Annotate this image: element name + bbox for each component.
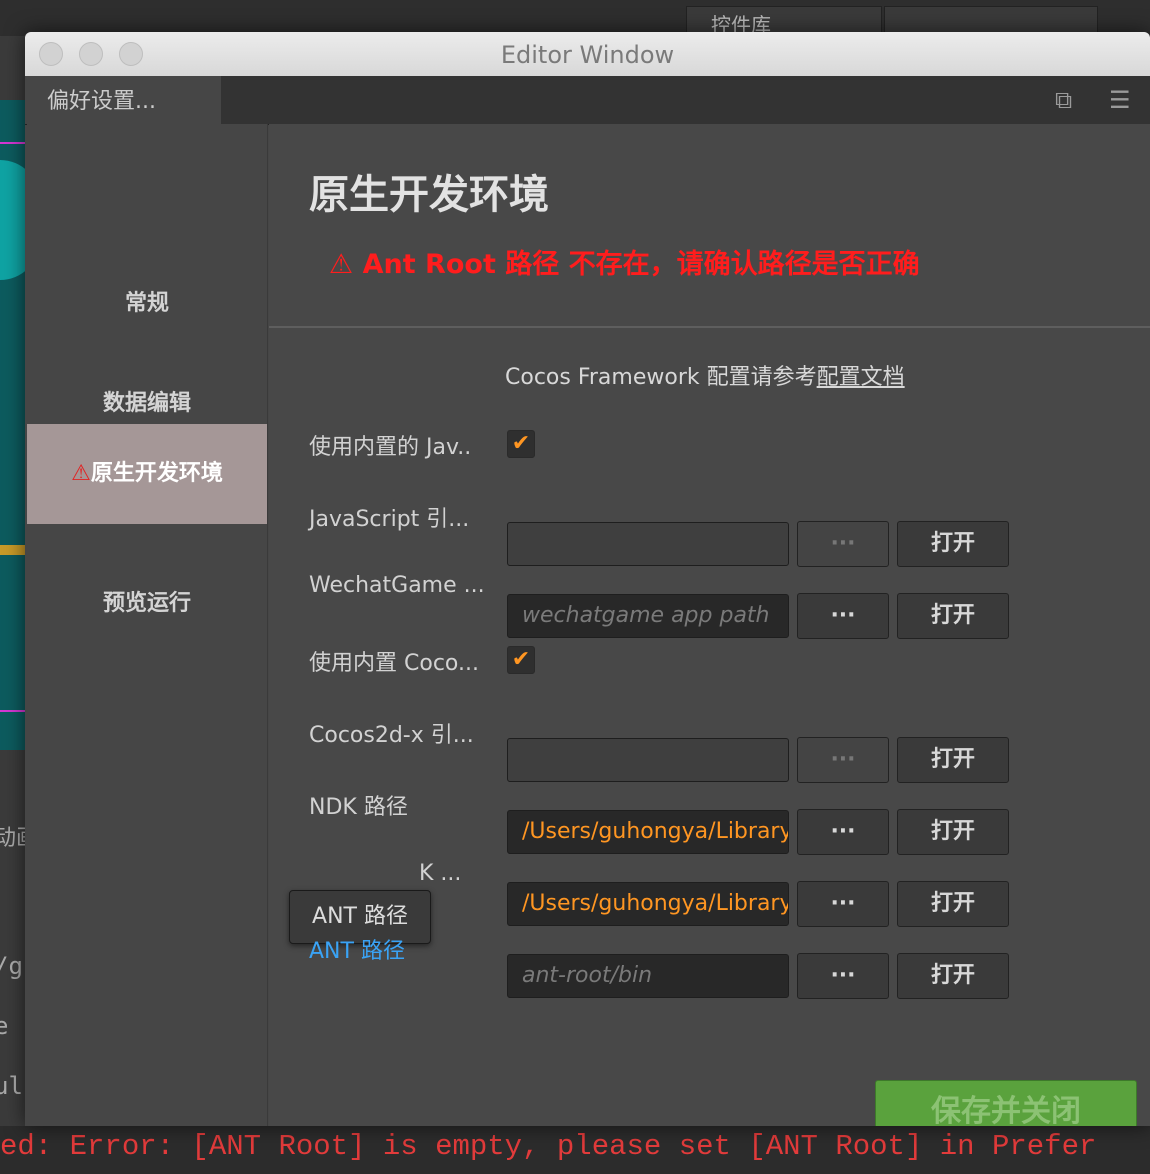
use-builtin-cocos-label: 使用内置 Coco... xyxy=(309,651,479,676)
wechatgame-path-input[interactable]: wechatgame app path xyxy=(507,594,789,638)
page-title: 原生开发环境 xyxy=(309,172,549,218)
js-engine-browse-button[interactable]: ··· xyxy=(797,521,889,567)
ndk-path-input[interactable]: /Users/guhongya/Library xyxy=(507,810,789,854)
cocos-framework-note: Cocos Framework 配置请参考配置文档 xyxy=(505,359,905,391)
checkmark-icon: ✔ xyxy=(511,647,531,672)
ant-open-button[interactable]: 打开 xyxy=(897,953,1009,999)
window-title: Editor Window xyxy=(500,41,675,69)
wechatgame-browse-button[interactable]: ··· xyxy=(797,593,889,639)
js-engine-open-button[interactable]: 打开 xyxy=(897,521,1009,567)
wechatgame-open-button[interactable]: 打开 xyxy=(897,593,1009,639)
ndk-path-label: NDK 路径 xyxy=(309,795,408,820)
console-error-text: ed: Error: [ANT Root] is empty, please s… xyxy=(0,1130,1097,1163)
popout-icon[interactable]: ⧉ xyxy=(1055,86,1072,114)
save-and-close-button[interactable]: 保存并关闭 xyxy=(875,1080,1137,1126)
ant-path-input[interactable]: ant-root/bin xyxy=(507,954,789,998)
warning-icon: ⚠ xyxy=(329,249,354,280)
use-builtin-js-checkbox[interactable]: ✔ xyxy=(507,430,535,458)
editor-window: Editor Window 偏好设置... ⧉ ☰ 常规 数据编辑 ⚠原生开发环… xyxy=(25,32,1150,1126)
cocos2dx-open-button[interactable]: 打开 xyxy=(897,737,1009,783)
sdk-path-input[interactable]: /Users/guhongya/Library xyxy=(507,882,789,926)
sidebar-item-preview[interactable]: 预览运行 xyxy=(27,554,267,654)
wechatgame-label: WechatGame ... xyxy=(309,573,485,598)
cocos2dx-engine-label: Cocos2d-x 引... xyxy=(309,723,474,748)
sidebar-item-label: 原生开发环境 xyxy=(90,461,223,486)
sidebar-item-general[interactable]: 常规 xyxy=(27,254,267,354)
preferences-sidebar: 常规 数据编辑 ⚠原生开发环境 预览运行 xyxy=(27,124,268,1126)
background-guide-line xyxy=(0,710,26,712)
cocos-note-text: Cocos Framework 配置请参考 xyxy=(505,365,817,390)
sdk-path-label: K ... xyxy=(419,861,462,886)
sdk-open-button[interactable]: 打开 xyxy=(897,881,1009,927)
config-docs-link[interactable]: 配置文档 xyxy=(817,365,905,390)
tab-preferences[interactable]: 偏好设置... xyxy=(25,76,221,124)
warning-icon: ⚠ xyxy=(71,461,91,486)
cocos2dx-engine-path-input[interactable] xyxy=(507,738,789,782)
ant-browse-button[interactable]: ··· xyxy=(797,953,889,999)
panel-tab-bar: 偏好设置... ⧉ ☰ xyxy=(25,76,1150,125)
ndk-open-button[interactable]: 打开 xyxy=(897,809,1009,855)
ndk-browse-button[interactable]: ··· xyxy=(797,809,889,855)
use-builtin-cocos-checkbox[interactable]: ✔ xyxy=(507,646,535,674)
background-label: ul xyxy=(0,1072,23,1100)
section-divider xyxy=(269,326,1150,328)
checkmark-icon: ✔ xyxy=(511,431,531,456)
background-scene-view xyxy=(0,100,40,750)
background-label: e xyxy=(0,1012,9,1040)
ant-path-label[interactable]: ANT 路径 xyxy=(309,933,405,965)
use-builtin-js-label: 使用内置的 Jav.. xyxy=(309,435,472,460)
background-guide-line xyxy=(0,545,26,555)
background-guide-line xyxy=(0,142,26,144)
sidebar-item-native-env[interactable]: ⚠原生开发环境 xyxy=(27,424,267,524)
js-engine-path-input[interactable] xyxy=(507,522,789,566)
preferences-content: 原生开发环境 ⚠ Ant Root 路径 不存在，请确认路径是否正确 Cocos… xyxy=(269,124,1150,1126)
warning-text: Ant Root 路径 不存在，请确认路径是否正确 xyxy=(362,249,920,280)
js-engine-label: JavaScript 引... xyxy=(309,507,470,532)
title-bar[interactable]: Editor Window xyxy=(25,32,1150,77)
background-label: /g xyxy=(0,952,23,980)
warning-message: ⚠ Ant Root 路径 不存在，请确认路径是否正确 xyxy=(329,242,920,281)
sdk-browse-button[interactable]: ··· xyxy=(797,881,889,927)
menu-icon[interactable]: ☰ xyxy=(1109,86,1131,114)
cocos2dx-browse-button[interactable]: ··· xyxy=(797,737,889,783)
